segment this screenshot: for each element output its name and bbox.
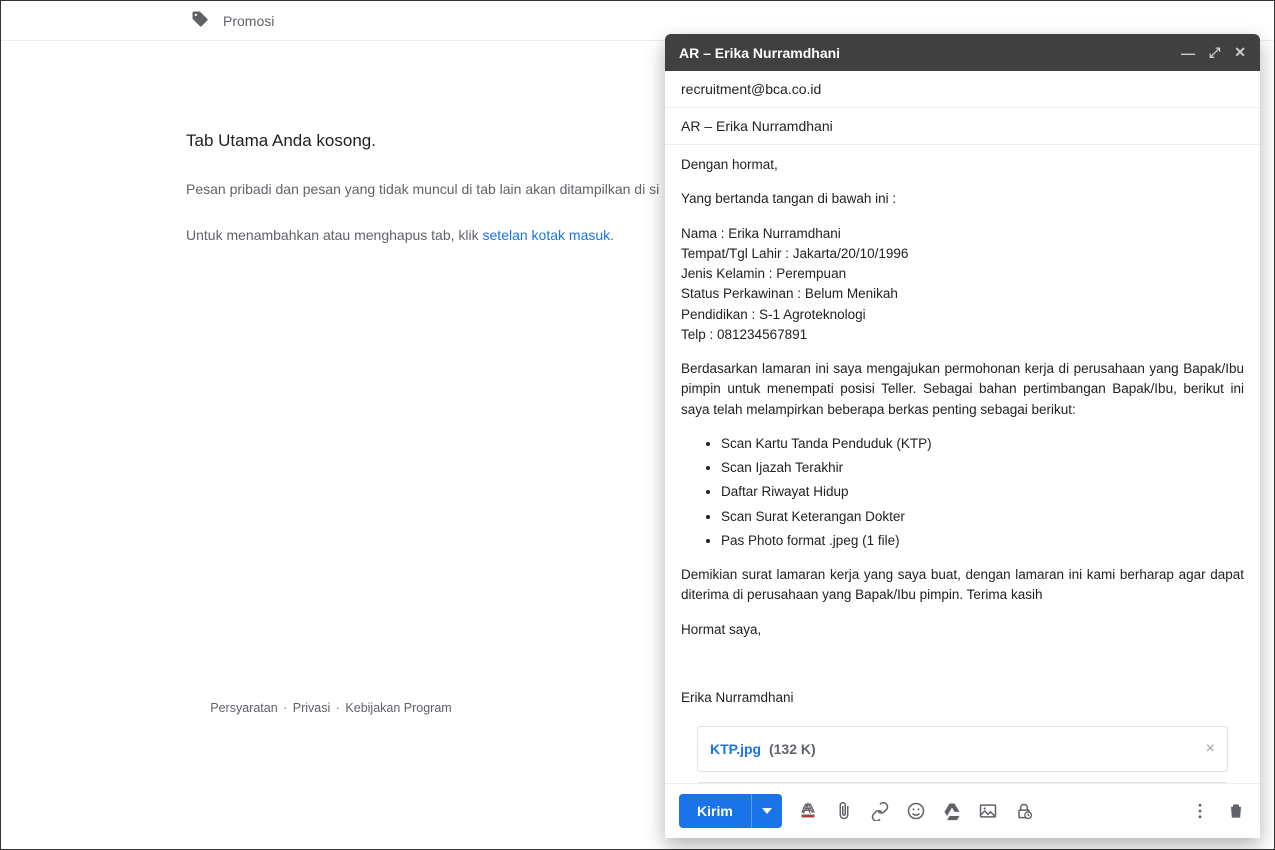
footer-links: Persyaratan · Privasi · Kebijakan Progra… bbox=[1, 701, 661, 715]
format-icon[interactable]: A bbox=[798, 801, 818, 821]
compose-title: AR – Erika Nurramdhani bbox=[679, 45, 840, 61]
to-field[interactable]: recruitment@bca.co.id bbox=[665, 71, 1260, 108]
remove-attachment-icon[interactable]: × bbox=[1206, 737, 1215, 761]
confidential-icon[interactable] bbox=[1014, 801, 1034, 821]
attachment-item[interactable]: KTP.jpg (132 K) × bbox=[697, 726, 1228, 772]
inbox-settings-link[interactable]: setelan kotak masuk bbox=[483, 227, 611, 243]
link-icon[interactable] bbox=[870, 801, 890, 821]
attachment-item[interactable]: Ijazah.jpg (132 K) × bbox=[697, 782, 1228, 783]
footer-terms[interactable]: Persyaratan bbox=[210, 701, 277, 715]
attach-icon[interactable] bbox=[834, 801, 854, 821]
svg-text:A: A bbox=[803, 804, 811, 817]
drive-icon[interactable] bbox=[942, 801, 962, 821]
compose-body[interactable]: Dengan hormat, Yang bertanda tangan di b… bbox=[665, 145, 1260, 783]
tab-label: Promosi bbox=[223, 13, 274, 29]
compose-toolbar: Kirim A bbox=[665, 783, 1260, 838]
more-options-icon[interactable] bbox=[1190, 801, 1210, 821]
minimize-icon[interactable]: — bbox=[1181, 45, 1195, 61]
tab-promotions[interactable]: Promosi bbox=[191, 10, 274, 31]
footer-privacy[interactable]: Privasi bbox=[293, 701, 331, 715]
compose-header: AR – Erika Nurramdhani — ⤢ ✕ bbox=[665, 34, 1260, 71]
emoji-icon[interactable] bbox=[906, 801, 926, 821]
send-button[interactable]: Kirim bbox=[679, 794, 782, 828]
expand-icon[interactable]: ⤢ bbox=[1209, 44, 1220, 61]
send-more-icon[interactable] bbox=[751, 794, 782, 828]
compose-window: AR – Erika Nurramdhani — ⤢ ✕ recruitment… bbox=[665, 34, 1260, 838]
tag-icon bbox=[191, 10, 209, 31]
close-icon[interactable]: ✕ bbox=[1234, 44, 1246, 61]
attachments-list: KTP.jpg (132 K) × Ijazah.jpg (132 K) × D… bbox=[681, 726, 1244, 783]
subject-field[interactable]: AR – Erika Nurramdhani bbox=[665, 108, 1260, 145]
discard-icon[interactable] bbox=[1226, 801, 1246, 821]
footer-policy[interactable]: Kebijakan Program bbox=[345, 701, 451, 715]
image-icon[interactable] bbox=[978, 801, 998, 821]
